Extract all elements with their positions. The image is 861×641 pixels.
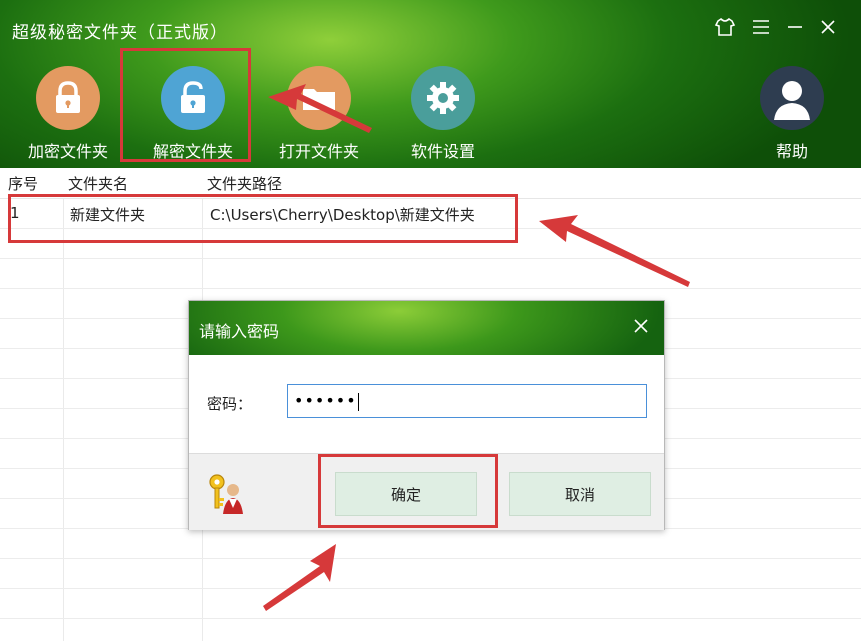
grid-divider: [0, 558, 861, 559]
lock-icon: [36, 66, 100, 130]
keys-user-icon: [205, 472, 245, 520]
dialog-header: 请输入密码: [189, 301, 664, 355]
cell-index: 1: [10, 204, 20, 222]
window-title: 超级秘密文件夹（正式版）: [12, 23, 228, 43]
decrypt-folder-label: 解密文件夹: [152, 142, 233, 161]
grid-divider: [0, 288, 861, 289]
password-label: 密码：: [207, 395, 253, 413]
dialog-footer: 确定 取消: [189, 453, 664, 530]
grid-divider: [0, 258, 861, 259]
folder-icon: [287, 66, 351, 130]
cell-folder-name: 新建文件夹: [70, 206, 146, 224]
grid-divider: [0, 588, 861, 589]
column-header-path[interactable]: 文件夹路径: [207, 173, 282, 194]
app-header: 超级秘密文件夹（正式版） 加密文件夹 解密文件夹 打开文件夹 软件设置 帮助: [0, 0, 861, 168]
decrypt-folder-button[interactable]: 解密文件夹: [138, 66, 248, 162]
user-avatar-icon: [760, 66, 824, 130]
help-label: 帮助: [775, 142, 808, 161]
table-header: 序号 文件夹名 文件夹路径: [0, 168, 861, 199]
column-header-name[interactable]: 文件夹名: [68, 173, 128, 194]
ok-button[interactable]: 确定: [335, 472, 477, 516]
dialog-close-icon[interactable]: [630, 315, 652, 337]
password-input[interactable]: ••••••: [287, 384, 647, 418]
dialog-title: 请输入密码: [199, 322, 280, 341]
encrypt-folder-button[interactable]: 加密文件夹: [13, 66, 123, 162]
grid-divider: [0, 618, 861, 619]
password-dialog: 请输入密码 密码： •••••• 确定 取消: [188, 300, 665, 530]
grid-divider: [0, 228, 861, 229]
column-header-index[interactable]: 序号: [8, 173, 38, 194]
gear-icon: [411, 66, 475, 130]
settings-button[interactable]: 软件设置: [388, 66, 498, 162]
open-folder-label: 打开文件夹: [278, 142, 359, 161]
password-value: ••••••: [294, 391, 357, 410]
settings-label: 软件设置: [410, 142, 475, 161]
cancel-button[interactable]: 取消: [509, 472, 651, 516]
close-icon[interactable]: [815, 14, 841, 40]
text-caret: [357, 392, 359, 411]
open-folder-button[interactable]: 打开文件夹: [264, 66, 374, 162]
help-button[interactable]: 帮助: [737, 66, 847, 162]
grid-divider: [63, 168, 64, 641]
menu-icon[interactable]: [748, 14, 774, 40]
skin-icon[interactable]: [712, 14, 738, 40]
cell-folder-path: C:\Users\Cherry\Desktop\新建文件夹: [210, 206, 475, 224]
table-row[interactable]: 1 新建文件夹 C:\Users\Cherry\Desktop\新建文件夹: [0, 198, 861, 228]
minimize-icon[interactable]: [782, 14, 808, 40]
unlock-icon: [161, 66, 225, 130]
encrypt-folder-label: 加密文件夹: [27, 142, 108, 161]
